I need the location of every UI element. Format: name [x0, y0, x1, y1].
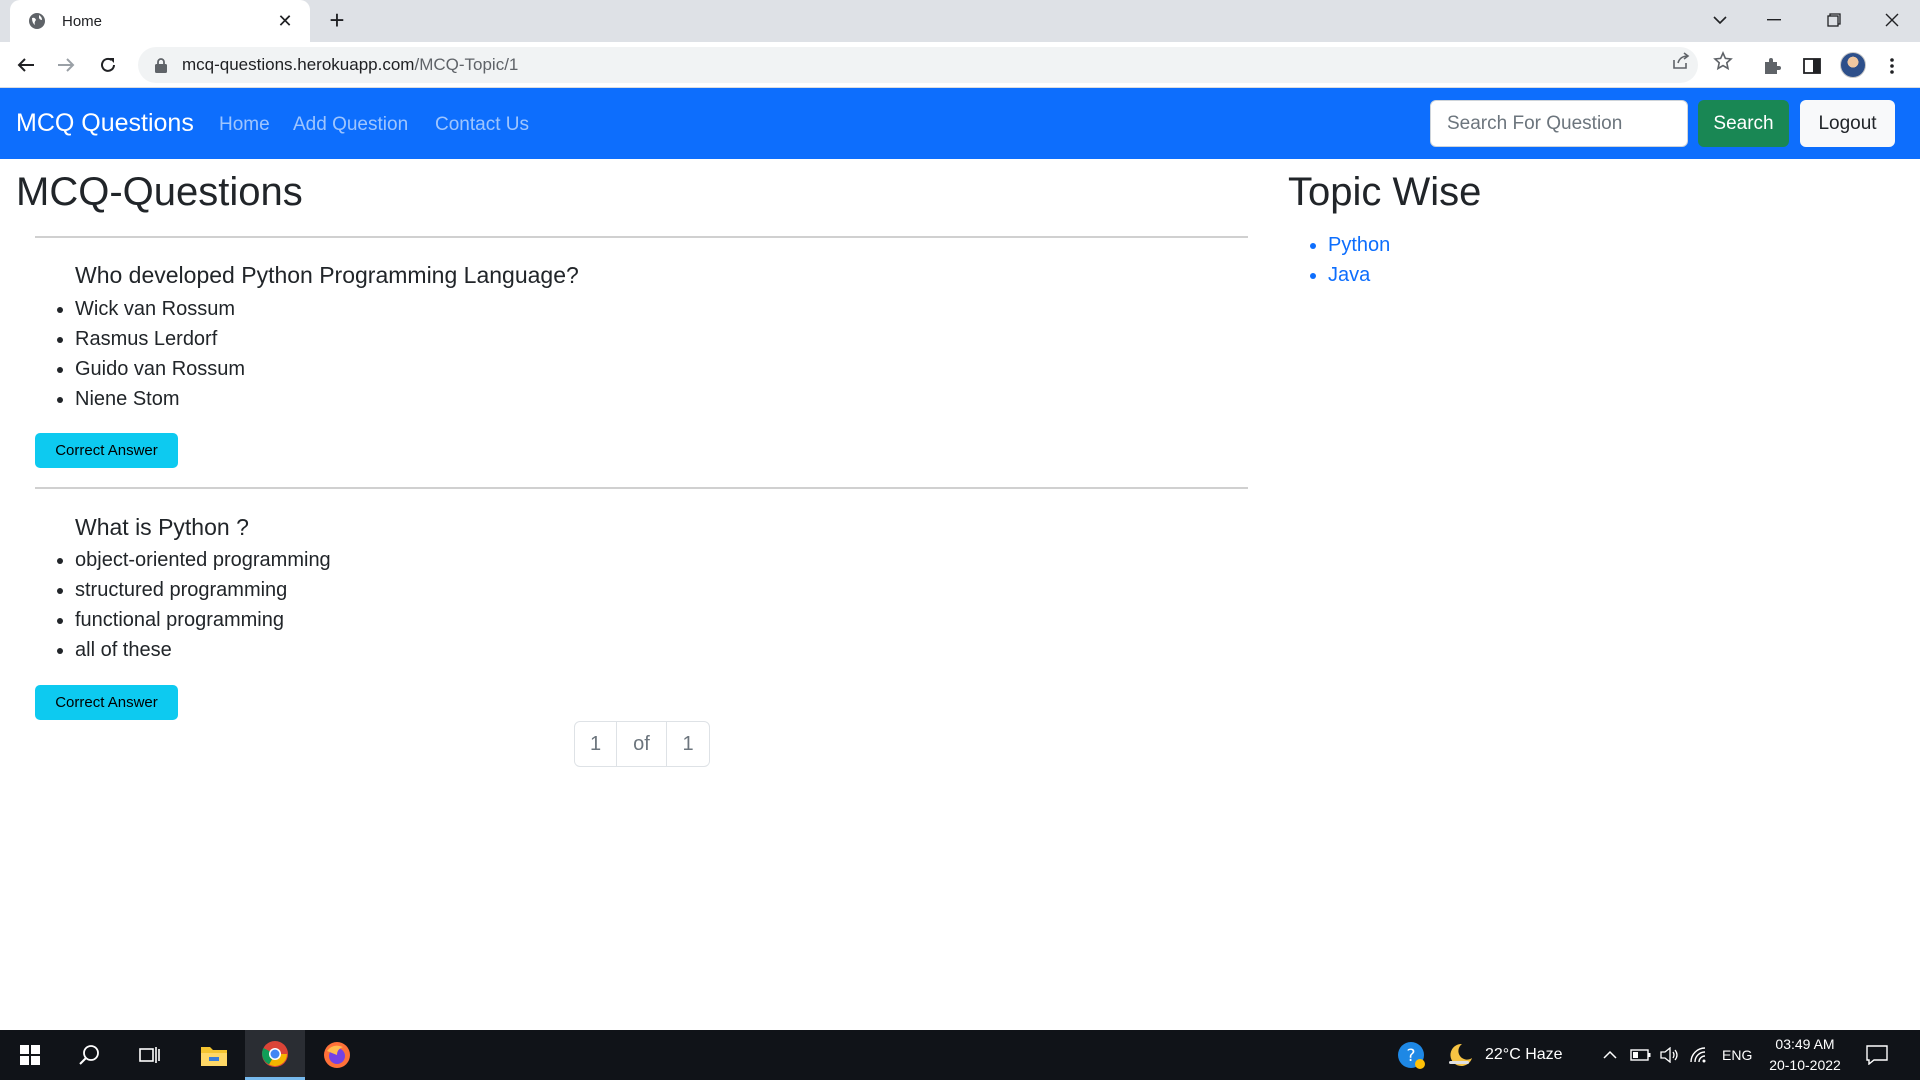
system-clock[interactable]: 03:49 AM 20-10-2022: [1760, 1034, 1850, 1076]
tab-search-icon[interactable]: [1692, 0, 1748, 40]
pagination-total[interactable]: 1: [667, 722, 709, 766]
share-icon[interactable]: [1670, 50, 1692, 72]
search-input[interactable]: [1430, 100, 1688, 147]
option-item: all of these: [75, 635, 331, 665]
url-path: /MCQ-Topic/1: [414, 55, 519, 74]
topic-link-label[interactable]: Python: [1328, 234, 1390, 256]
option-item: Wick van Rossum: [75, 294, 245, 324]
browser-tab-strip: Home ✕ +: [0, 0, 1920, 42]
forward-arrow-icon[interactable]: [50, 49, 82, 81]
topic-wise-title: Topic Wise: [1288, 170, 1482, 214]
globe-icon: [26, 10, 48, 32]
tab-title: Home: [62, 12, 103, 30]
navbar-brand[interactable]: MCQ Questions: [16, 109, 194, 138]
question-text: Who developed Python Programming Languag…: [75, 262, 579, 288]
battery-icon[interactable]: [1630, 1030, 1652, 1080]
option-item: structured programming: [75, 575, 331, 605]
profile-avatar[interactable]: [1840, 52, 1866, 78]
help-icon[interactable]: ?: [1396, 1030, 1426, 1080]
option-item: Guido van Rossum: [75, 354, 245, 384]
divider: [35, 236, 1248, 238]
address-bar[interactable]: mcq-questions.herokuapp.com/MCQ-Topic/1: [138, 47, 1698, 83]
clock-date: 20-10-2022: [1769, 1057, 1841, 1073]
divider: [35, 487, 1248, 489]
notification-icon[interactable]: [1866, 1030, 1888, 1080]
tab-close-icon[interactable]: ✕: [274, 10, 296, 32]
close-window-button[interactable]: [1864, 0, 1920, 40]
extensions-puzzle-icon[interactable]: [1760, 54, 1784, 78]
browser-toolbar: mcq-questions.herokuapp.com/MCQ-Topic/1: [0, 42, 1920, 88]
weather-text[interactable]: 22°C Haze: [1485, 1030, 1563, 1080]
chevron-up-icon[interactable]: [1603, 1030, 1617, 1080]
chrome-menu-icon[interactable]: [1880, 54, 1904, 78]
page-title: MCQ-Questions: [16, 170, 303, 214]
pagination-current[interactable]: 1: [575, 722, 617, 766]
topic-list: Python Java: [1308, 230, 1390, 290]
windows-start-icon[interactable]: [0, 1030, 60, 1080]
nav-link-contact-us[interactable]: Contact Us: [435, 114, 529, 136]
task-view-icon[interactable]: [120, 1030, 180, 1080]
bookmark-star-icon[interactable]: [1712, 50, 1734, 72]
file-explorer-icon[interactable]: [184, 1030, 244, 1080]
options-list: Wick van Rossum Rasmus Lerdorf Guido van…: [55, 294, 245, 414]
windows-taskbar: ? 22°C Haze ENG 03:49 AM 20-10-2022: [0, 1030, 1920, 1080]
option-item: functional programming: [75, 605, 331, 635]
option-item: Rasmus Lerdorf: [75, 324, 245, 354]
topic-link-label[interactable]: Java: [1328, 264, 1370, 286]
option-item: object-oriented programming: [75, 545, 331, 575]
option-item: Niene Stom: [75, 384, 245, 414]
correct-answer-button[interactable]: Correct Answer: [35, 433, 178, 468]
topic-link-python[interactable]: Python: [1328, 230, 1390, 260]
options-list: object-oriented programming structured p…: [55, 545, 331, 665]
pagination: 1 of 1: [574, 721, 710, 767]
correct-answer-button[interactable]: Correct Answer: [35, 685, 178, 720]
new-tab-button[interactable]: +: [322, 6, 352, 36]
wifi-icon[interactable]: [1690, 1030, 1710, 1080]
nav-link-home[interactable]: Home: [219, 114, 270, 136]
search-button[interactable]: Search: [1698, 100, 1789, 147]
restore-button[interactable]: [1806, 0, 1862, 40]
lock-icon[interactable]: [152, 56, 170, 74]
volume-icon[interactable]: [1660, 1030, 1680, 1080]
question-text: What is Python ?: [75, 514, 249, 540]
firefox-icon[interactable]: [307, 1030, 367, 1080]
language-indicator[interactable]: ENG: [1722, 1030, 1752, 1080]
url-text: mcq-questions.herokuapp.com/MCQ-Topic/1: [182, 55, 518, 75]
site-navbar: MCQ Questions Home Add Question Contact …: [0, 88, 1920, 159]
svg-text:?: ?: [1406, 1046, 1415, 1066]
minimize-button[interactable]: [1746, 0, 1802, 40]
back-arrow-icon[interactable]: [10, 49, 42, 81]
pagination-of: of: [617, 722, 667, 766]
url-host: mcq-questions.herokuapp.com: [182, 55, 415, 74]
nav-link-add-question[interactable]: Add Question: [293, 114, 408, 136]
clock-time: 03:49 AM: [1775, 1036, 1835, 1052]
topic-link-java[interactable]: Java: [1328, 260, 1390, 290]
logout-button[interactable]: Logout: [1800, 100, 1895, 147]
side-panel-icon[interactable]: [1800, 54, 1824, 78]
browser-tab[interactable]: Home ✕: [10, 0, 310, 42]
weather-moon-icon[interactable]: [1446, 1030, 1474, 1080]
chrome-taskbar-icon[interactable]: [245, 1030, 305, 1080]
reload-icon[interactable]: [92, 49, 124, 81]
search-icon[interactable]: [60, 1030, 120, 1080]
